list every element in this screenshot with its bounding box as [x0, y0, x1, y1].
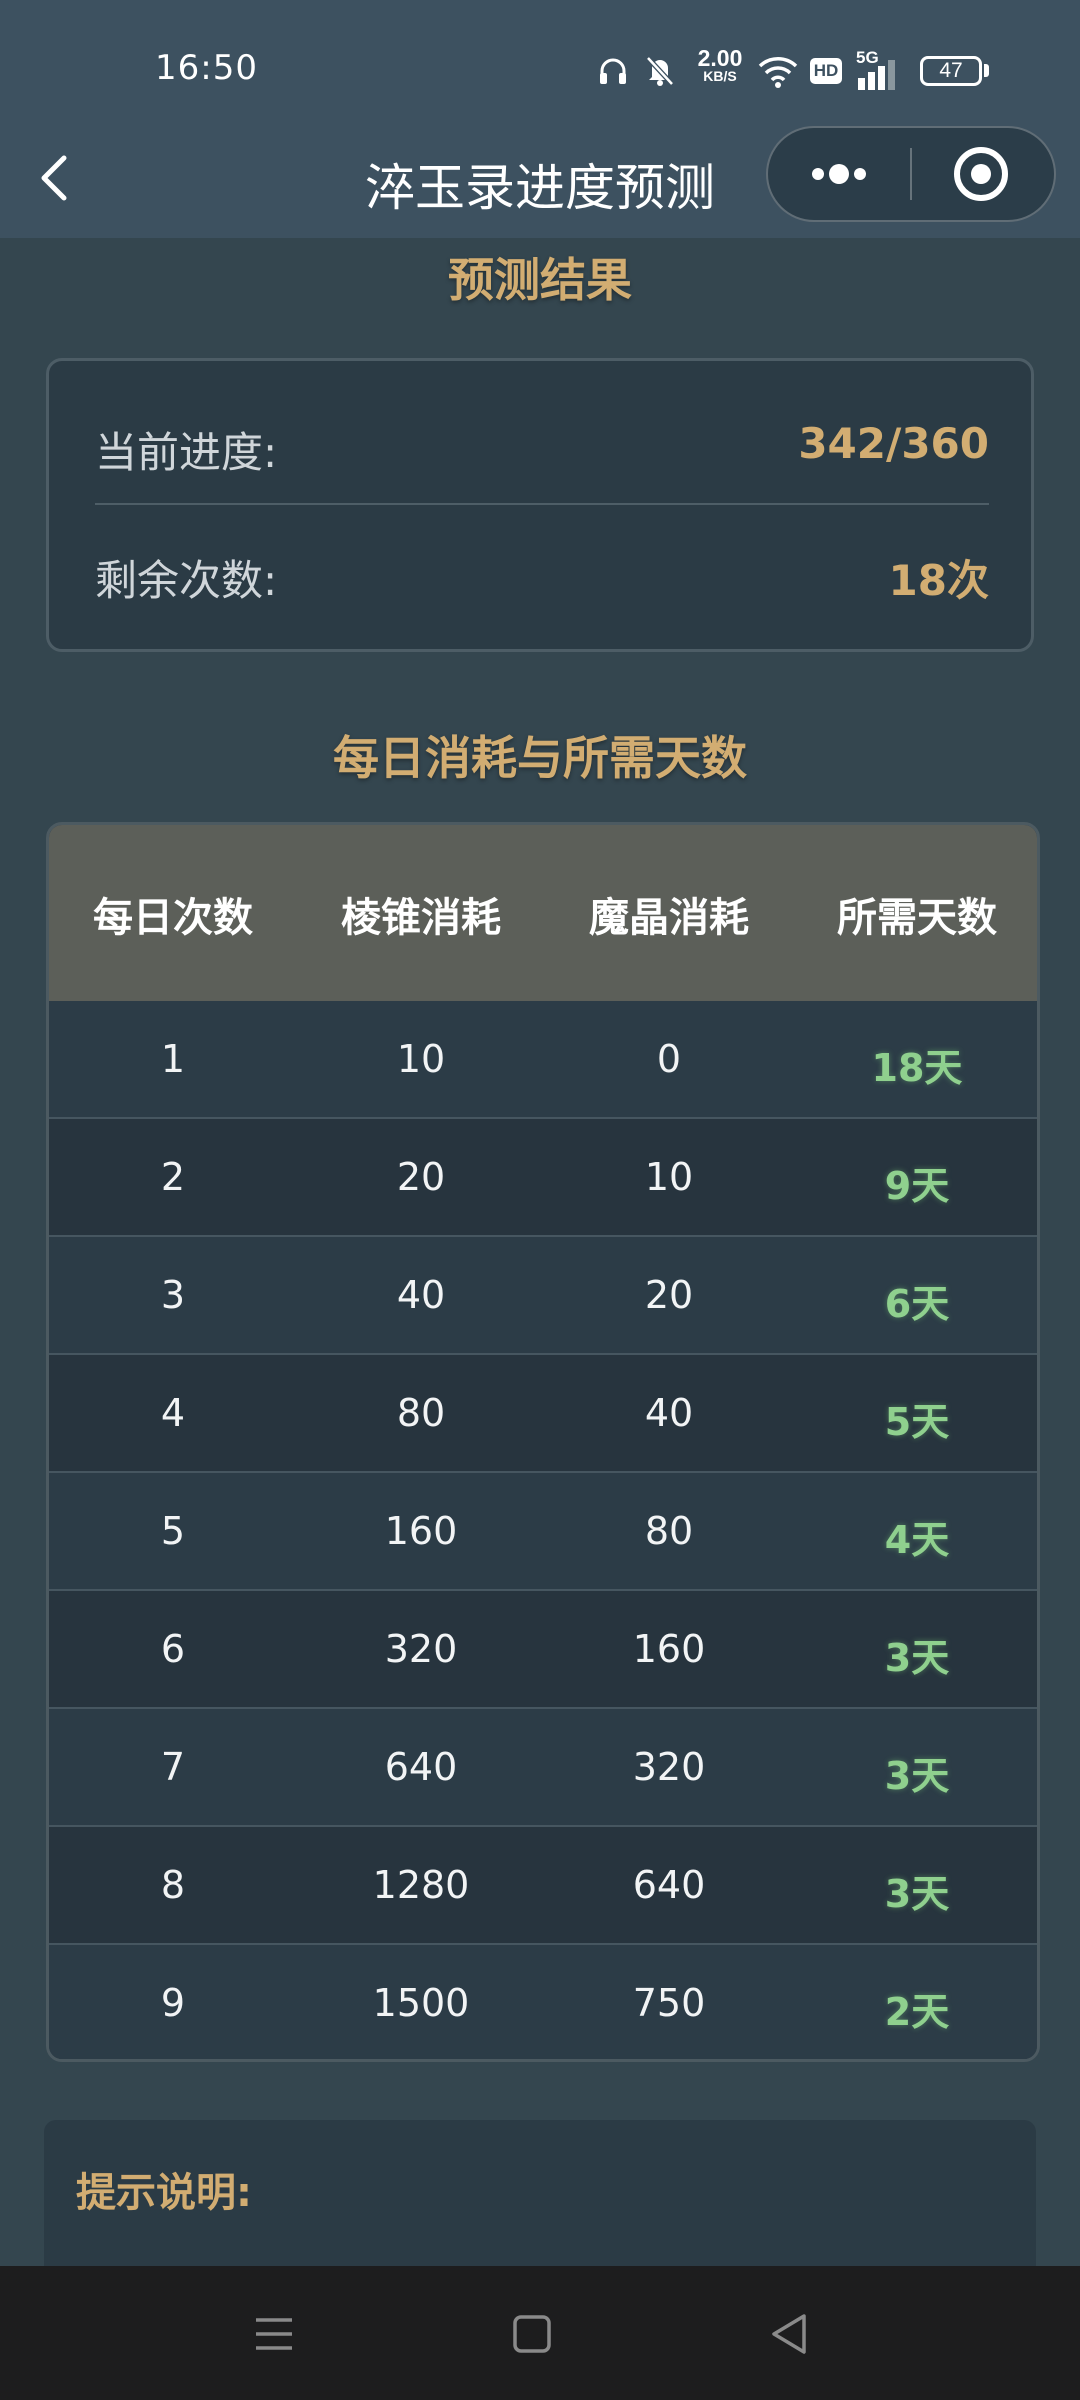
table-row: 9 1500 750 2天 — [49, 1945, 1037, 2059]
cell-daily-count: 1 — [160, 1037, 186, 1081]
chevron-left-icon — [41, 155, 67, 201]
cell-days-needed: 3天 — [884, 1636, 950, 1680]
cell-days-needed: 18天 — [871, 1046, 963, 1090]
remaining-label: 剩余次数: — [95, 556, 278, 605]
table-row: 8 1280 640 3天 — [49, 1827, 1037, 1945]
cell-days-needed: 6天 — [884, 1282, 950, 1326]
cell-days-needed: 3天 — [884, 1754, 950, 1798]
header-crystal-cost: 魔晶消耗 — [589, 895, 749, 941]
cell-daily-count: 7 — [160, 1745, 186, 1789]
signal-5g-icon: 5G — [856, 48, 906, 90]
cell-pyramid-cost: 320 — [384, 1627, 458, 1671]
screen: 16:50 2.00 KB/S HD 5G 47 淬玉录进度预测 预测结果 当前… — [0, 0, 1080, 2400]
header-daily-count: 每日次数 — [93, 895, 253, 941]
cell-crystal-cost: 640 — [632, 1863, 706, 1907]
cell-daily-count: 2 — [160, 1155, 186, 1199]
page-title: 淬玉录进度预测 — [365, 159, 715, 217]
cell-pyramid-cost: 10 — [396, 1037, 446, 1081]
table-row: 1 10 0 18天 — [49, 1001, 1037, 1119]
cell-days-needed: 3天 — [884, 1872, 950, 1916]
table-body: 1 10 0 18天 2 20 10 9天 3 40 20 6天 4 80 40 — [49, 1001, 1037, 2059]
table-row: 5 160 80 4天 — [49, 1473, 1037, 1591]
hd-badge-text: HD — [813, 61, 839, 80]
header-pyramid-cost: 棱锥消耗 — [341, 895, 501, 941]
battery-tip — [984, 64, 989, 77]
cell-daily-count: 5 — [160, 1509, 186, 1553]
table-row: 4 80 40 5天 — [49, 1355, 1037, 1473]
hd-icon: HD — [810, 58, 842, 84]
cell-daily-count: 3 — [160, 1273, 186, 1317]
table-header: 每日次数 棱锥消耗 魔晶消耗 所需天数 — [49, 825, 1037, 1001]
consumption-section-title: 每日消耗与所需天数 — [333, 731, 747, 785]
system-nav-bar — [0, 2266, 1080, 2400]
menu-lines-icon — [256, 2318, 292, 2350]
close-button[interactable] — [914, 128, 1056, 220]
cell-pyramid-cost: 1500 — [372, 1981, 470, 2025]
cell-pyramid-cost: 1280 — [372, 1863, 470, 1907]
cell-crystal-cost: 750 — [632, 1981, 706, 2025]
cell-crystal-cost: 20 — [644, 1273, 694, 1317]
battery-level: 47 — [939, 59, 963, 82]
table-row: 7 640 320 3天 — [49, 1709, 1037, 1827]
back-button[interactable] — [28, 146, 88, 210]
home-square-icon — [513, 2315, 551, 2353]
cell-crystal-cost: 0 — [656, 1037, 682, 1081]
cell-pyramid-cost: 640 — [384, 1745, 458, 1789]
cell-days-needed: 2天 — [884, 1990, 950, 2034]
cell-pyramid-cost: 40 — [396, 1273, 446, 1317]
more-dots-icon — [812, 164, 866, 184]
back-triangle-icon — [772, 2314, 806, 2354]
cell-daily-count: 9 — [160, 1981, 186, 2025]
home-button[interactable] — [502, 2304, 562, 2364]
cell-crystal-cost: 160 — [632, 1627, 706, 1671]
cell-pyramid-cost: 20 — [396, 1155, 446, 1199]
cell-crystal-cost: 10 — [644, 1155, 694, 1199]
remaining-value: 18次 — [888, 556, 989, 605]
current-progress-row: 当前进度: 342/360 — [95, 381, 989, 501]
cell-daily-count: 4 — [160, 1391, 186, 1435]
table-row: 2 20 10 9天 — [49, 1119, 1037, 1237]
current-progress-label: 当前进度: — [95, 428, 278, 477]
result-section-title: 预测结果 — [448, 253, 632, 307]
headphones-icon — [600, 58, 626, 84]
net-speed: 2.00 KB/S — [690, 47, 750, 85]
more-button[interactable] — [768, 128, 910, 220]
cell-daily-count: 8 — [160, 1863, 186, 1907]
table-row: 3 40 20 6天 — [49, 1237, 1037, 1355]
table-row: 6 320 160 3天 — [49, 1591, 1037, 1709]
header-days-needed: 所需天数 — [837, 895, 997, 941]
card-divider — [95, 503, 989, 505]
remaining-row: 剩余次数: 18次 — [95, 509, 989, 629]
status-bar: 16:50 2.00 KB/S HD 5G 47 — [0, 0, 1080, 120]
capsule-divider — [910, 148, 912, 200]
cell-daily-count: 6 — [160, 1627, 186, 1671]
cell-days-needed: 4天 — [884, 1518, 950, 1562]
progress-card: 当前进度: 342/360 剩余次数: 18次 — [46, 358, 1034, 652]
nav-bar: 淬玉录进度预测 — [0, 120, 1080, 238]
recent-apps-button[interactable] — [244, 2304, 304, 2364]
tips-title: 提示说明: — [76, 2170, 252, 2216]
cell-crystal-cost: 320 — [632, 1745, 706, 1789]
system-back-button[interactable] — [760, 2304, 820, 2364]
mute-bell-icon — [646, 56, 674, 86]
cell-pyramid-cost: 160 — [384, 1509, 458, 1553]
status-time: 16:50 — [155, 48, 258, 88]
consumption-table: 每日次数 棱锥消耗 魔晶消耗 所需天数 1 10 0 18天 2 20 10 9… — [46, 822, 1040, 2062]
cell-days-needed: 9天 — [884, 1164, 950, 1208]
current-progress-value: 342/360 — [798, 419, 989, 468]
wifi-icon — [758, 57, 798, 88]
cell-days-needed: 5天 — [884, 1400, 950, 1444]
tips-card: 提示说明: — [44, 2120, 1036, 2280]
target-circle-icon — [954, 147, 1008, 201]
cell-pyramid-cost: 80 — [396, 1391, 446, 1435]
battery-icon: 47 — [920, 56, 982, 86]
cell-crystal-cost: 80 — [644, 1509, 694, 1553]
cell-crystal-cost: 40 — [644, 1391, 694, 1435]
mini-program-capsule — [766, 126, 1056, 222]
